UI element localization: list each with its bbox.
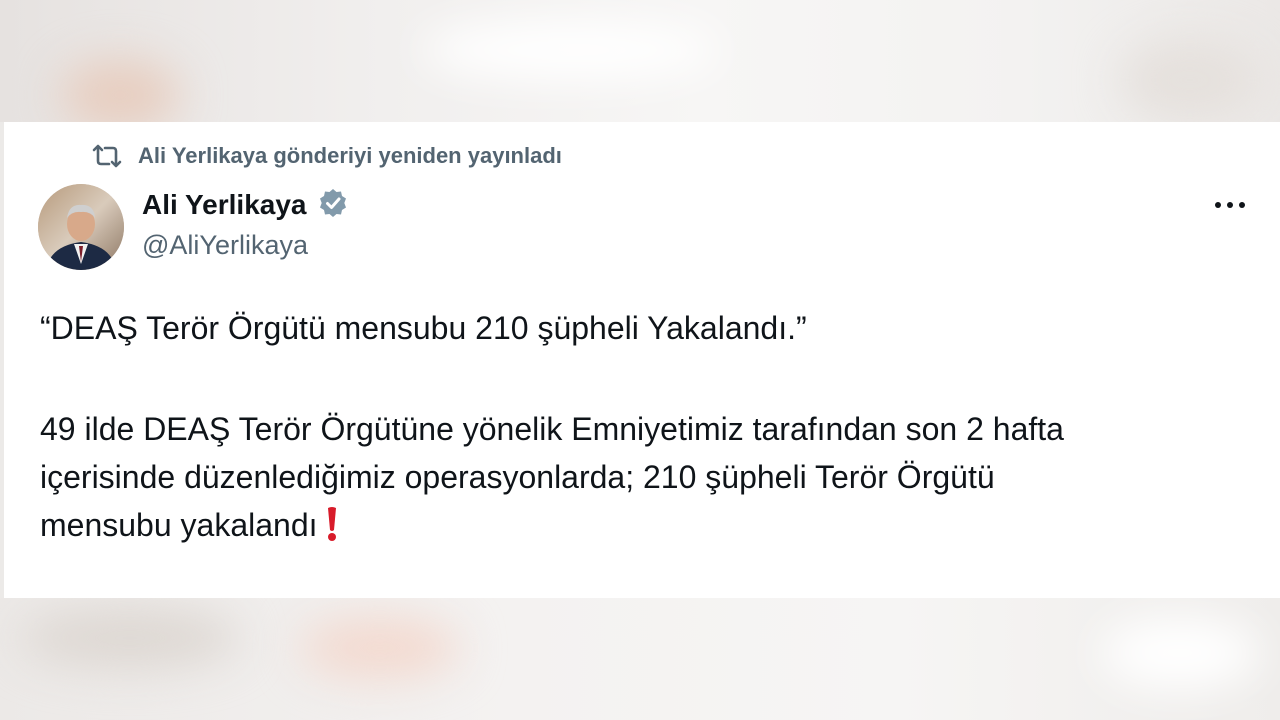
more-options-icon[interactable] [1210, 188, 1250, 222]
avatar[interactable] [38, 184, 124, 270]
red-exclamation-icon [326, 506, 338, 555]
repost-icon [90, 143, 124, 169]
author-name[interactable]: Ali Yerlikaya [142, 189, 307, 221]
blurred-background-bottom [0, 598, 1280, 720]
tweet-title-line: “DEAŞ Terör Örgütü mensubu 210 şüpheli Y… [40, 310, 807, 346]
blurred-background-top [0, 0, 1280, 122]
repost-indicator[interactable]: Ali Yerlikaya gönderiyi yeniden yayınlad… [90, 140, 562, 172]
author-handle[interactable]: @AliYerlikaya [142, 230, 308, 261]
tweet-body-line: mensubu yakalandı [40, 507, 318, 543]
tweet-body-line-last: mensubu yakalandı [40, 501, 1255, 555]
tweet-body: 49 ilde DEAŞ Terör Örgütüne yönelik Emni… [40, 405, 1255, 555]
verified-badge-icon [317, 187, 349, 224]
tweet-body-line: 49 ilde DEAŞ Terör Örgütüne yönelik Emni… [40, 411, 1064, 447]
author-name-row[interactable]: Ali Yerlikaya [142, 186, 349, 224]
repost-text: Ali Yerlikaya gönderiyi yeniden yayınlad… [138, 143, 562, 168]
tweet-body-line: içerisinde düzenlediğimiz operasyonlarda… [40, 459, 995, 495]
